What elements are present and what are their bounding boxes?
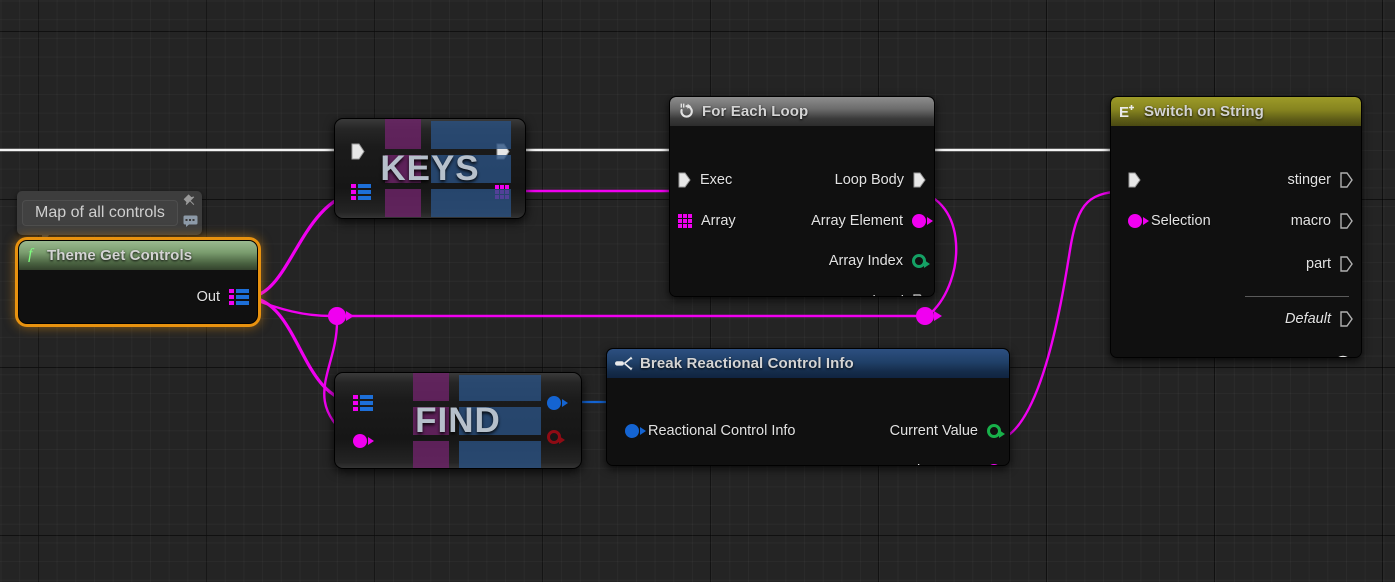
enum-plus-icon: E <box>1119 103 1137 120</box>
exec-pin-icon <box>678 172 691 188</box>
float-pin-icon <box>987 424 1005 438</box>
pin-control-type-str[interactable]: Control Type Str <box>873 460 1001 465</box>
reroute-node-right <box>916 307 934 325</box>
pin-struct-out[interactable] <box>547 396 568 410</box>
pin-label: Array Element <box>811 213 903 229</box>
node-header: E Switch on String <box>1111 97 1361 126</box>
node-header: Break Reactional Control Info <box>607 349 1009 378</box>
pin-label: Completed <box>834 294 904 296</box>
pin-boolean-out[interactable] <box>547 430 565 444</box>
svg-text:E: E <box>1119 104 1129 120</box>
node-title: Theme Get Controls <box>47 247 193 264</box>
blueprint-graph-canvas[interactable]: Map of all controls f Theme Get Controls <box>0 0 1395 582</box>
pin-struct-in[interactable]: Reactional Control Info <box>625 420 796 442</box>
node-title: FIND <box>415 400 501 440</box>
node-find[interactable]: FIND <box>334 372 582 469</box>
pin-map-in[interactable] <box>353 395 373 411</box>
reroute-node-left <box>328 307 346 325</box>
exec-pin-icon <box>913 172 926 188</box>
pin-out-macro[interactable]: macro <box>1291 210 1353 232</box>
node-theme-get-controls[interactable]: f Theme Get Controls Out <box>18 240 258 324</box>
node-title: Break Reactional Control Info <box>640 355 854 372</box>
pin-label: Array <box>701 213 736 229</box>
pin-out[interactable]: Out <box>197 286 249 308</box>
comment-bubble-icon[interactable] <box>183 214 198 232</box>
pin-separator <box>1245 296 1349 297</box>
pin-label: Selection <box>1151 213 1211 229</box>
pin-loop-body[interactable]: Loop Body <box>835 169 926 191</box>
pin-out-part[interactable]: part <box>1306 253 1353 275</box>
string-pin-icon <box>987 464 1001 465</box>
exec-pin-icon <box>1128 172 1141 188</box>
pin-label: Reactional Control Info <box>648 423 796 439</box>
pin-label: Exec <box>700 172 733 188</box>
pin-array-in[interactable]: Array <box>678 210 736 232</box>
pin-label: Loop Body <box>834 172 904 188</box>
array-pin-icon <box>678 214 692 228</box>
node-title: KEYS <box>380 148 480 188</box>
add-pin-label: Add pin <box>1271 356 1325 357</box>
function-f-icon: f <box>27 245 40 267</box>
node-break-reactional-control-info[interactable]: Break Reactional Control Info Reactional… <box>606 348 1010 466</box>
pin-label: Default <box>1285 311 1331 327</box>
node-body: Reactional Control Info Current Value Co… <box>607 378 1009 465</box>
node-body: Exec Array Loop Body Array Element Array… <box>670 126 934 296</box>
node-keys[interactable]: KEYS <box>334 118 526 219</box>
integer-pin-icon <box>912 254 930 268</box>
loop-icon <box>678 103 695 120</box>
node-glyph: FIND <box>335 373 581 468</box>
pin-out-default[interactable]: Default <box>1285 308 1353 330</box>
exec-pin-icon <box>1340 256 1353 272</box>
pushpin-icon[interactable] <box>183 194 197 212</box>
pin-completed[interactable]: Completed <box>834 291 926 296</box>
exec-pin-icon <box>1340 311 1353 327</box>
comment-text[interactable]: Map of all controls <box>22 200 178 226</box>
struct-pin-icon <box>625 424 646 438</box>
exec-pin-icon <box>1340 213 1353 229</box>
map-pin-icon <box>229 289 249 305</box>
pin-label: Array Index <box>828 253 903 269</box>
pin-out-stinger[interactable]: stinger <box>1287 169 1353 191</box>
pin-exec-in[interactable] <box>351 143 365 160</box>
pin-array-index[interactable]: Array Index <box>828 250 930 272</box>
comment-bubble-controls <box>183 194 198 232</box>
pin-selection[interactable]: Selection <box>1128 210 1211 232</box>
node-title: Switch on String <box>1144 103 1264 120</box>
string-pin-icon <box>1128 214 1149 228</box>
pin-array-element[interactable]: Array Element <box>811 210 933 232</box>
pin-exec-in[interactable]: Exec <box>678 169 732 191</box>
node-header: For Each Loop <box>670 97 934 126</box>
exec-pin-icon <box>913 294 926 296</box>
pin-label: Control Type Str <box>873 463 978 465</box>
pin-map-in[interactable] <box>351 184 371 200</box>
svg-text:f: f <box>28 246 35 262</box>
exec-pin-icon <box>1340 172 1353 188</box>
pin-current-value[interactable]: Current Value <box>889 420 1005 442</box>
node-header: f Theme Get Controls <box>19 241 257 270</box>
comment-bubble[interactable]: Map of all controls <box>17 191 202 245</box>
node-body: Selection stinger macro part Default <box>1111 126 1361 357</box>
pin-label: Current Value <box>889 423 978 439</box>
pin-exec-in[interactable] <box>1128 169 1150 191</box>
pin-label: part <box>1306 256 1331 272</box>
pin-string-in[interactable] <box>353 434 374 448</box>
pin-label: macro <box>1290 213 1331 229</box>
plus-circle-icon[interactable] <box>1333 355 1353 357</box>
pin-label: Out <box>196 289 220 305</box>
pin-label: stinger <box>1287 172 1331 188</box>
string-pin-icon <box>912 214 933 228</box>
node-body: Out <box>19 270 257 323</box>
add-pin-button[interactable]: Add pin <box>1271 355 1353 357</box>
node-for-each-loop[interactable]: For Each Loop Exec Array Loop Body Array… <box>669 96 935 297</box>
break-struct-icon <box>615 356 633 371</box>
node-title: For Each Loop <box>702 103 809 120</box>
node-switch-on-string[interactable]: E Switch on String Selection stinger mac… <box>1110 96 1362 358</box>
